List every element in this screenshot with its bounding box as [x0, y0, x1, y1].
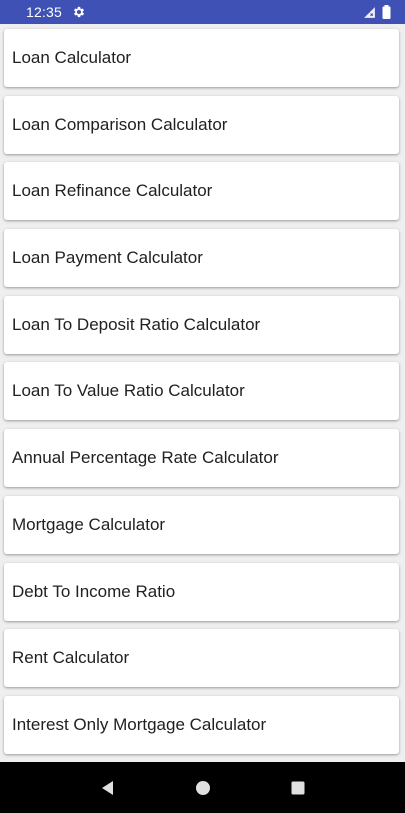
back-button[interactable]	[86, 766, 130, 810]
home-icon	[194, 779, 212, 797]
list-item-label: Loan Payment Calculator	[12, 248, 203, 268]
list-item-label: Loan To Deposit Ratio Calculator	[12, 314, 261, 334]
list-item-loan-to-value-ratio-calculator[interactable]: Loan To Value Ratio Calculator	[4, 362, 399, 421]
list-item-label: Loan To Value Ratio Calculator	[12, 381, 245, 401]
list-item-label: Mortgage Calculator	[12, 514, 166, 534]
settings-gear-icon	[72, 5, 86, 19]
status-time: 12:35	[26, 4, 63, 20]
calculator-list: Loan Calculator Loan Comparison Calculat…	[0, 24, 405, 762]
back-icon	[99, 779, 117, 797]
list-item-mortgage-calculator[interactable]: Mortgage Calculator	[4, 495, 399, 554]
list-item-loan-comparison-calculator[interactable]: Loan Comparison Calculator	[4, 95, 399, 154]
recents-button[interactable]	[276, 766, 320, 810]
recents-icon	[289, 779, 307, 797]
list-item-interest-only-mortgage-calculator[interactable]: Interest Only Mortgage Calculator	[4, 695, 399, 754]
navigation-bar	[0, 762, 405, 813]
list-item-loan-refinance-calculator[interactable]: Loan Refinance Calculator	[4, 162, 399, 221]
list-item-loan-payment-calculator[interactable]: Loan Payment Calculator	[4, 229, 399, 288]
list-item-debt-to-income-ratio[interactable]: Debt To Income Ratio	[4, 562, 399, 621]
list-item-loan-to-deposit-ratio-calculator[interactable]: Loan To Deposit Ratio Calculator	[4, 295, 399, 354]
list-item-rent-calculator[interactable]: Rent Calculator	[4, 629, 399, 688]
list-item-loan-calculator[interactable]: Loan Calculator	[4, 29, 399, 87]
home-button[interactable]	[181, 766, 225, 810]
status-right	[363, 5, 391, 19]
list-item-label: Loan Calculator	[12, 48, 132, 67]
list-item-label: Loan Comparison Calculator	[12, 114, 228, 134]
signal-icon	[363, 6, 376, 19]
battery-icon	[382, 5, 391, 19]
status-bar: 12:35	[0, 0, 405, 24]
list-item-label: Debt To Income Ratio	[12, 581, 176, 601]
list-item-label: Annual Percentage Rate Calculator	[12, 448, 279, 468]
status-left: 12:35	[26, 4, 86, 20]
list-item-label: Rent Calculator	[12, 648, 130, 668]
list-item-annual-percentage-rate-calculator[interactable]: Annual Percentage Rate Calculator	[4, 429, 399, 488]
list-item-label: Interest Only Mortgage Calculator	[12, 714, 267, 734]
list-item-label: Loan Refinance Calculator	[12, 181, 213, 201]
